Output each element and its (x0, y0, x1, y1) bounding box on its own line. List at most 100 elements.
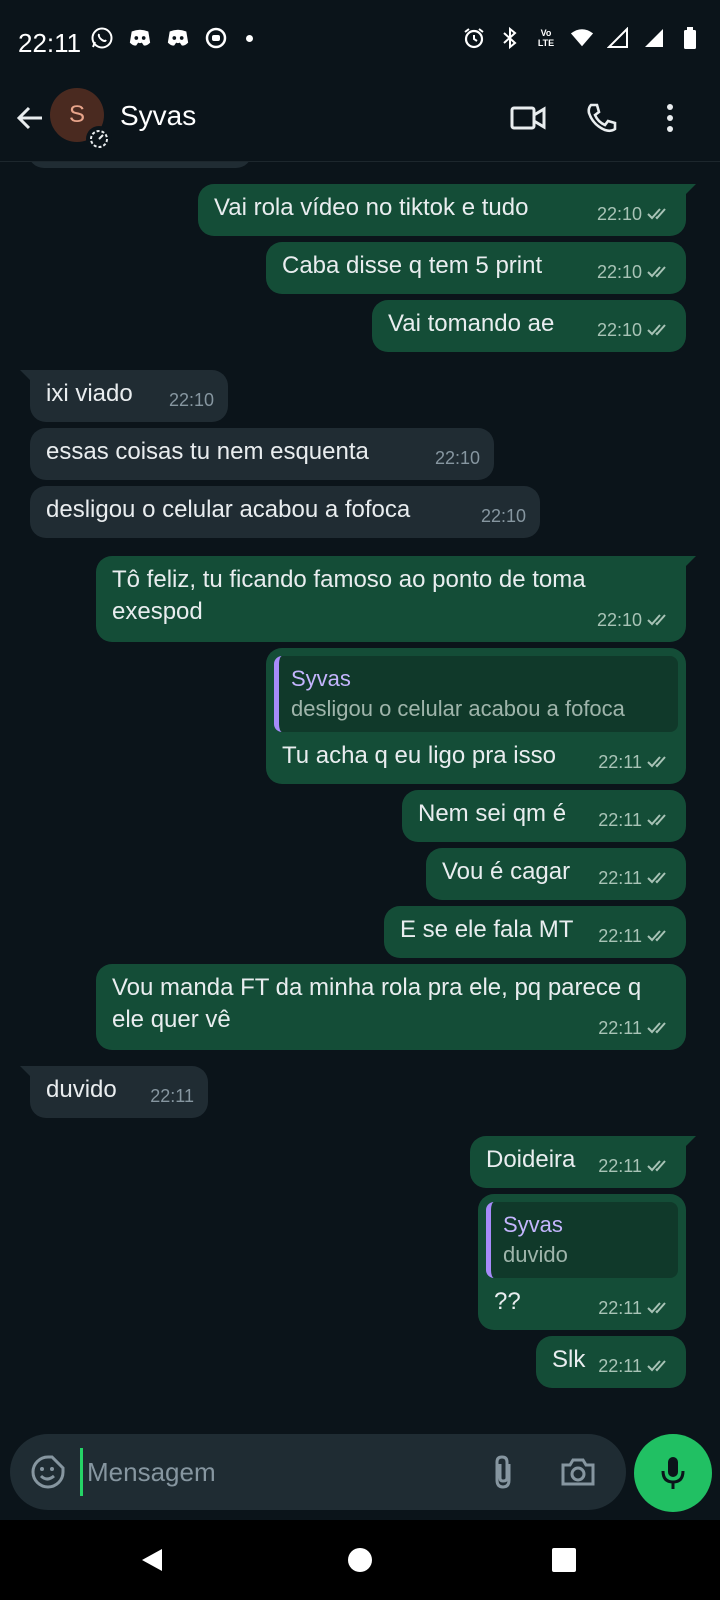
message-text: ?? (494, 1288, 521, 1315)
nav-recents-button[interactable] (544, 1540, 584, 1580)
message-bubble-outgoing[interactable]: E se ele fala MT 22:11 (384, 906, 686, 958)
message-meta: 22:11 (598, 1150, 672, 1182)
read-ticks-icon (646, 1159, 672, 1173)
read-ticks-icon (646, 813, 672, 827)
message-bubble-incoming[interactable]: duvido 22:11 (20, 1066, 208, 1118)
message-text: essas coisas tu nem esquenta (46, 438, 369, 465)
more-notifications-dot (246, 34, 253, 42)
message-meta: 22:11 (598, 804, 672, 836)
message-input[interactable] (80, 1448, 460, 1496)
message-bubble-outgoing[interactable]: Caba disse q tem 5 print 22:10 (266, 242, 686, 294)
nav-home-button[interactable] (340, 1540, 380, 1580)
message-time: 22:11 (150, 1086, 194, 1106)
camera-icon (561, 1458, 595, 1486)
message-meta: 22:10 (597, 314, 672, 346)
game-icon (204, 26, 228, 50)
quoted-message[interactable]: Syvas duvido (486, 1202, 678, 1278)
message-time: 22:11 (598, 752, 642, 772)
message-time: 22:10 (596, 610, 642, 630)
message-meta: 22:10 (169, 384, 214, 416)
system-icons: Vo LTE (462, 26, 702, 50)
message-bubble-incoming[interactable]: ixi viado 22:10 (20, 370, 228, 422)
whatsapp-icon (90, 26, 114, 50)
message-time: 22:11 (598, 1356, 642, 1376)
message-time: 22:11 (598, 1018, 642, 1038)
video-call-icon (510, 106, 546, 130)
message-bubble-reply[interactable]: Syvas desligou o celular acabou a fofoca… (266, 648, 686, 784)
video-call-button[interactable] (506, 96, 550, 140)
bluetooth-icon (498, 26, 522, 50)
back-button[interactable] (10, 98, 50, 138)
message-bubble-outgoing[interactable]: Slk 22:11 (536, 1336, 686, 1388)
message-bubble-outgoing[interactable]: Vou é cagar 22:11 (426, 848, 686, 900)
message-meta: 22:11 (598, 1012, 672, 1044)
emoji-button[interactable] (28, 1452, 68, 1492)
volte-label-bottom: LTE (537, 38, 555, 48)
volte-icon: Vo LTE (534, 26, 558, 50)
battery-icon (678, 26, 702, 50)
read-ticks-icon (646, 323, 672, 337)
message-time: 22:11 (598, 868, 642, 888)
wifi-icon (570, 26, 594, 50)
message-text: Tô feliz, tu ficando famoso ao ponto de … (112, 566, 586, 625)
message-bubble-outgoing[interactable]: Doideira 22:11 (470, 1136, 696, 1188)
nav-back-button[interactable] (132, 1540, 172, 1580)
read-ticks-icon (646, 1021, 672, 1035)
message-bubble-outgoing[interactable]: Vou manda FT da minha rola pra ele, pq p… (96, 964, 686, 1050)
message-bubble-incoming[interactable]: essas coisas tu nem esquenta 22:10 (30, 428, 494, 480)
message-meta: 22:11 (598, 746, 672, 778)
disappearing-timer-icon (86, 126, 112, 152)
status-time: 22:11 (18, 28, 82, 58)
message-bubble-reply[interactable]: Syvas duvido ?? 22:11 (478, 1194, 686, 1330)
quoted-text: desligou o celular acabou a fofoca (291, 696, 625, 721)
message-composer[interactable] (10, 1434, 626, 1510)
message-bubble-outgoing[interactable]: Nem sei qm é 22:11 (402, 790, 686, 842)
message-text: Vou manda FT da minha rola pra ele, pq p… (112, 974, 642, 1033)
read-ticks-icon (646, 207, 672, 221)
quoted-message[interactable]: Syvas desligou o celular acabou a fofoca (274, 656, 678, 732)
message-time: 22:10 (596, 262, 642, 282)
message-text: Tu acha q eu ligo pra isso (282, 742, 556, 769)
read-ticks-icon (646, 929, 672, 943)
back-triangle-icon (142, 1549, 162, 1571)
message-meta: 22:11 (150, 1080, 194, 1112)
read-ticks-icon (646, 871, 672, 885)
discord-icon (128, 26, 152, 50)
system-nav-bar (0, 1520, 720, 1600)
contact-name[interactable]: Syvas (120, 100, 196, 132)
composer-bar (0, 1410, 720, 1520)
avatar-initial: S (68, 101, 85, 128)
quoted-sender: Syvas (503, 1212, 563, 1237)
message-list[interactable]: Vai rola vídeo no tiktok e tudo 22:10 Ca… (0, 162, 720, 1410)
home-circle-icon (348, 1548, 372, 1572)
message-text: Nem sei qm é (418, 800, 567, 827)
voice-call-icon (587, 103, 617, 133)
read-ticks-icon (646, 755, 672, 769)
camera-button[interactable] (556, 1452, 600, 1492)
microphone-icon (661, 1457, 685, 1489)
message-text: E se ele fala MT (400, 916, 574, 943)
message-time: 22:11 (598, 810, 642, 830)
read-ticks-icon (646, 613, 672, 627)
read-ticks-icon (646, 1359, 672, 1373)
message-meta: 22:10 (597, 198, 672, 230)
message-time: 22:10 (596, 320, 642, 340)
message-text: duvido (46, 1076, 117, 1103)
message-text: Vai rola vídeo no tiktok e tudo (214, 194, 529, 221)
voice-message-button[interactable] (634, 1434, 712, 1512)
more-options-button[interactable] (648, 96, 692, 140)
message-bubble-outgoing[interactable]: Vai rola vídeo no tiktok e tudo 22:10 (198, 184, 696, 236)
message-text: Slk (552, 1346, 586, 1373)
message-bubble-incoming[interactable]: desligou o celular acabou a fofoca 22:10 (30, 486, 540, 538)
voice-call-button[interactable] (580, 96, 624, 140)
message-bubble-outgoing[interactable]: Tô feliz, tu ficando famoso ao ponto de … (96, 556, 696, 642)
message-bubble-partial[interactable] (28, 162, 252, 168)
attach-button[interactable] (484, 1452, 524, 1492)
message-time: 22:10 (596, 204, 642, 224)
message-meta: 22:11 (598, 1292, 672, 1324)
message-text: ixi viado (46, 380, 133, 407)
message-time: 22:11 (598, 1298, 642, 1318)
message-time: 22:10 (168, 390, 214, 410)
message-bubble-outgoing[interactable]: Vai tomando ae 22:10 (372, 300, 686, 352)
status-bar: 22:11 Vo LTE (0, 0, 720, 80)
